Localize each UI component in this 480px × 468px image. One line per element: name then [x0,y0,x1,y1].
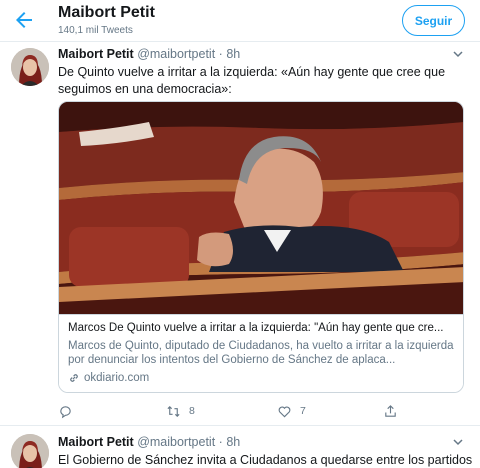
author-name[interactable]: Maibort Petit [58,435,134,449]
card-domain-text: okdiario.com [84,372,150,384]
share-button[interactable] [383,403,398,419]
separator-dot: · [218,47,223,61]
reply-button[interactable] [58,403,81,419]
avatar[interactable] [11,48,49,86]
tweet-meta: Maibort Petit @maibortpetit · 8h [58,435,240,449]
like-count: 7 [300,405,306,417]
tweet-meta: Maibort Petit @maibortpetit · 8h [58,47,240,61]
profile-header: Maibort Petit 140,1 mil Tweets Seguir [0,0,480,42]
back-arrow-icon[interactable] [12,8,36,32]
avatar-image [11,434,49,468]
chevron-down-icon[interactable] [452,436,464,448]
card-info: Marcos De Quinto vuelve a irritar a la i… [59,314,463,392]
link-icon [70,374,78,382]
avatar[interactable] [11,434,49,468]
follow-button[interactable]: Seguir [402,5,465,36]
like-button[interactable]: 7 [277,403,306,419]
heart-icon [278,406,291,417]
tweet-text: De Quinto vuelve a irritar a la izquierd… [58,65,446,96]
reply-icon [60,405,71,418]
author-handle[interactable]: @maibortpetit [137,47,215,61]
retweet-icon [167,405,180,417]
tweet-timestamp[interactable]: 8h [226,47,240,61]
link-card[interactable]: Marcos De Quinto vuelve a irritar a la i… [58,101,464,393]
tweet[interactable]: Maibort Petit @maibortpetit · 8h De Quin… [0,42,480,426]
retweet-button[interactable]: 8 [166,403,195,419]
tweet[interactable]: Maibort Petit @maibortpetit · 8h El Gobi… [0,426,480,468]
card-domain: okdiario.com [68,372,149,384]
profile-name-title: Maibort Petit [58,4,155,21]
retweet-count: 8 [189,405,195,417]
tweet-count: 140,1 mil Tweets [58,25,133,36]
card-title: Marcos De Quinto vuelve a irritar a la i… [68,322,444,334]
card-image [59,102,463,314]
tweet-timestamp[interactable]: 8h [226,435,240,449]
author-name[interactable]: Maibort Petit [58,47,134,61]
avatar-image [11,48,49,86]
tweet-actions: 8 7 [58,403,458,421]
separator-dot: · [218,435,223,449]
share-icon [385,404,396,417]
tweet-text: El Gobierno de Sánchez invita a Ciudadan… [58,453,473,467]
author-handle[interactable]: @maibortpetit [137,435,215,449]
card-description: Marcos de Quinto, diputado de Ciudadanos… [68,340,454,366]
chevron-down-icon[interactable] [452,48,464,60]
